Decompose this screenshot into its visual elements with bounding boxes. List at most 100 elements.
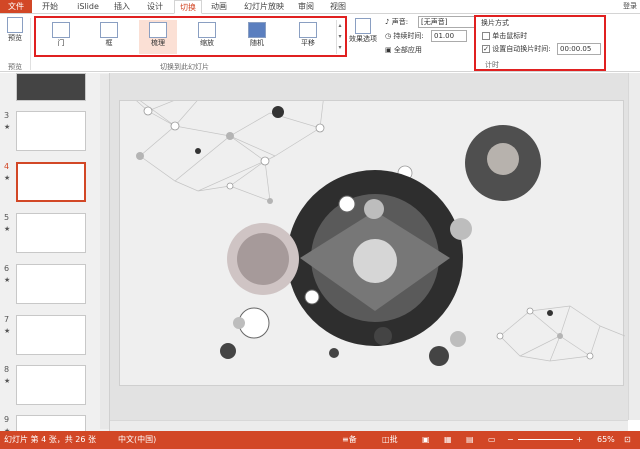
tab-animations[interactable]: 动画	[206, 0, 232, 13]
transition-star-icon: ★	[4, 327, 11, 335]
tab-review[interactable]: 审阅	[294, 0, 318, 13]
slide-thumbnail-4-selected[interactable]	[16, 162, 86, 202]
effect-comb-button[interactable]: 梳理	[139, 20, 177, 54]
slideshow-view-icon[interactable]: ▭	[488, 431, 496, 449]
effect-door-button[interactable]: 门	[44, 22, 78, 48]
effects-gallery-scroll[interactable]: ▴ ▾ ▾	[336, 20, 343, 54]
slide-number: 7	[4, 315, 10, 324]
transition-star-icon: ★	[4, 225, 11, 233]
status-bar: 幻灯片 第 4 张，共 26 张 中文(中国) ≡ 备注 ◫ 批注 ▣ ▦ ▤ …	[0, 431, 640, 449]
slide-horizontal-scrollbar[interactable]	[110, 420, 628, 431]
effect-label: 门	[57, 39, 65, 47]
tab-file[interactable]: 文件	[0, 0, 32, 13]
duration-icon: ◷	[385, 32, 392, 40]
slide-thumbnail-7[interactable]	[16, 315, 86, 355]
slide-number: 4	[4, 162, 10, 171]
zoom-out-icon[interactable]: −	[507, 431, 514, 449]
slide-thumbnail-6[interactable]	[16, 264, 86, 304]
preview-label: 预览	[8, 34, 22, 42]
notes-label: 备注	[348, 435, 357, 444]
ribbon-tab-bar: 文件 开始 iSlide 插入 设计 切换 动画 幻灯片放映 审阅 视图 登录	[0, 0, 640, 14]
divider	[30, 18, 31, 70]
slide-number: 9	[4, 415, 10, 424]
tab-islide[interactable]: iSlide	[76, 0, 100, 13]
effect-options-icon	[355, 18, 371, 34]
effect-box-button[interactable]: 框	[92, 22, 126, 48]
comments-label: 批注	[389, 435, 398, 444]
tab-home[interactable]: 开始	[38, 0, 62, 13]
slide-thumbnail-8[interactable]	[16, 365, 86, 405]
on-click-row: 单击鼠标时	[482, 31, 527, 41]
slide-counter: 幻灯片 第 4 张，共 26 张	[4, 435, 96, 444]
notes-button[interactable]: ≡ 备注	[342, 431, 357, 449]
zoom-transition-icon	[198, 22, 216, 38]
timing-group-label: 计时	[485, 61, 499, 69]
fit-slide-icon[interactable]: ⊡	[624, 431, 631, 449]
preview-button[interactable]: 预览	[3, 17, 27, 43]
transition-star-icon: ★	[4, 276, 11, 284]
slide-number: 8	[4, 365, 10, 374]
duration-row: ◷ 持续时间:	[385, 31, 424, 41]
effect-pan-button[interactable]: 平移	[291, 22, 325, 48]
comments-button[interactable]: ◫ 批注	[382, 431, 398, 449]
duration-label: 持续时间:	[393, 32, 424, 40]
sound-icon: ♪	[385, 18, 390, 26]
reading-view-icon[interactable]: ▤	[466, 431, 474, 449]
effects-group-label: 切换到此幻灯片	[160, 63, 209, 71]
advance-title: 换片方式	[481, 19, 509, 27]
apply-all-label: 全部应用	[393, 46, 422, 54]
thumbnail-scrollbar[interactable]	[100, 74, 109, 429]
slide-thumbnail-9[interactable]	[16, 415, 86, 431]
ribbon-transitions: 预览 预览 门 框 梳理 缩放 随机 平移 ▴ ▾ ▾ 切换到此幻灯片 效果选项 ♪…	[0, 14, 640, 72]
sound-row: ♪ 声音:	[385, 17, 408, 27]
on-click-label: 单击鼠标时	[492, 32, 528, 40]
apply-all-icon: ▣	[385, 46, 392, 54]
tab-transitions[interactable]: 切换	[174, 0, 202, 14]
random-transition-icon	[248, 22, 266, 38]
slide-4-canvas[interactable]	[119, 81, 626, 386]
sorter-view-icon[interactable]: ▦	[444, 431, 452, 449]
auto-advance-row: ✓ 设置自动换片时间:	[482, 44, 551, 54]
transition-star-icon: ★	[4, 123, 11, 131]
sound-dropdown[interactable]: [无声音]	[418, 16, 476, 28]
effect-options-button[interactable]: 效果选项	[348, 18, 378, 44]
sound-label: 声音:	[391, 18, 409, 26]
language-indicator[interactable]: 中文(中国)	[118, 431, 156, 449]
slide-number: 6	[4, 264, 10, 273]
slide-vertical-scrollbar[interactable]	[628, 73, 640, 420]
normal-view-icon[interactable]: ▣	[422, 431, 430, 449]
slide-thumbnail-3[interactable]	[16, 111, 86, 151]
effect-label: 随机	[250, 39, 264, 47]
duration-input[interactable]: 01.00	[431, 30, 467, 42]
comb-transition-icon	[149, 22, 167, 38]
tab-insert[interactable]: 插入	[110, 0, 134, 13]
zoom-level[interactable]: 65%	[597, 431, 615, 449]
slide-thumbnail-2[interactable]	[16, 73, 86, 101]
effect-label: 平移	[301, 39, 315, 47]
slide-thumbnail-5[interactable]	[16, 213, 86, 253]
tab-slideshow[interactable]: 幻灯片放映	[240, 0, 288, 13]
on-click-checkbox[interactable]	[482, 32, 490, 40]
pan-transition-icon	[299, 22, 317, 38]
effect-zoom-button[interactable]: 缩放	[190, 22, 224, 48]
auto-advance-checkbox[interactable]: ✓	[482, 45, 490, 53]
apply-all-button[interactable]: ▣ 全部应用	[385, 45, 422, 55]
transition-star-icon: ★	[4, 377, 11, 385]
effect-label: 梳理	[151, 39, 165, 47]
slide-network-graphic	[119, 81, 626, 366]
sign-in-link[interactable]: 登录	[623, 0, 637, 13]
zoom-in-icon[interactable]: +	[576, 431, 583, 449]
auto-advance-label: 设置自动换片时间:	[492, 45, 551, 53]
preview-icon	[7, 17, 23, 33]
door-transition-icon	[52, 22, 70, 38]
box-transition-icon	[100, 22, 118, 38]
tab-design[interactable]: 设计	[143, 0, 167, 13]
tab-view[interactable]: 视图	[326, 0, 350, 13]
zoom-slider[interactable]	[518, 439, 573, 440]
slide-number: 3	[4, 111, 10, 120]
transition-star-icon: ★	[4, 174, 11, 182]
effect-random-button[interactable]: 随机	[240, 22, 274, 48]
slide-thumbnail-pane: 3 ★ 4 ★ 5 ★ 6 ★ 7 ★ 8 ★ 9 ★	[0, 73, 110, 431]
auto-advance-time-input[interactable]: 00:00.05	[557, 43, 601, 55]
effect-options-label: 效果选项	[349, 35, 377, 43]
